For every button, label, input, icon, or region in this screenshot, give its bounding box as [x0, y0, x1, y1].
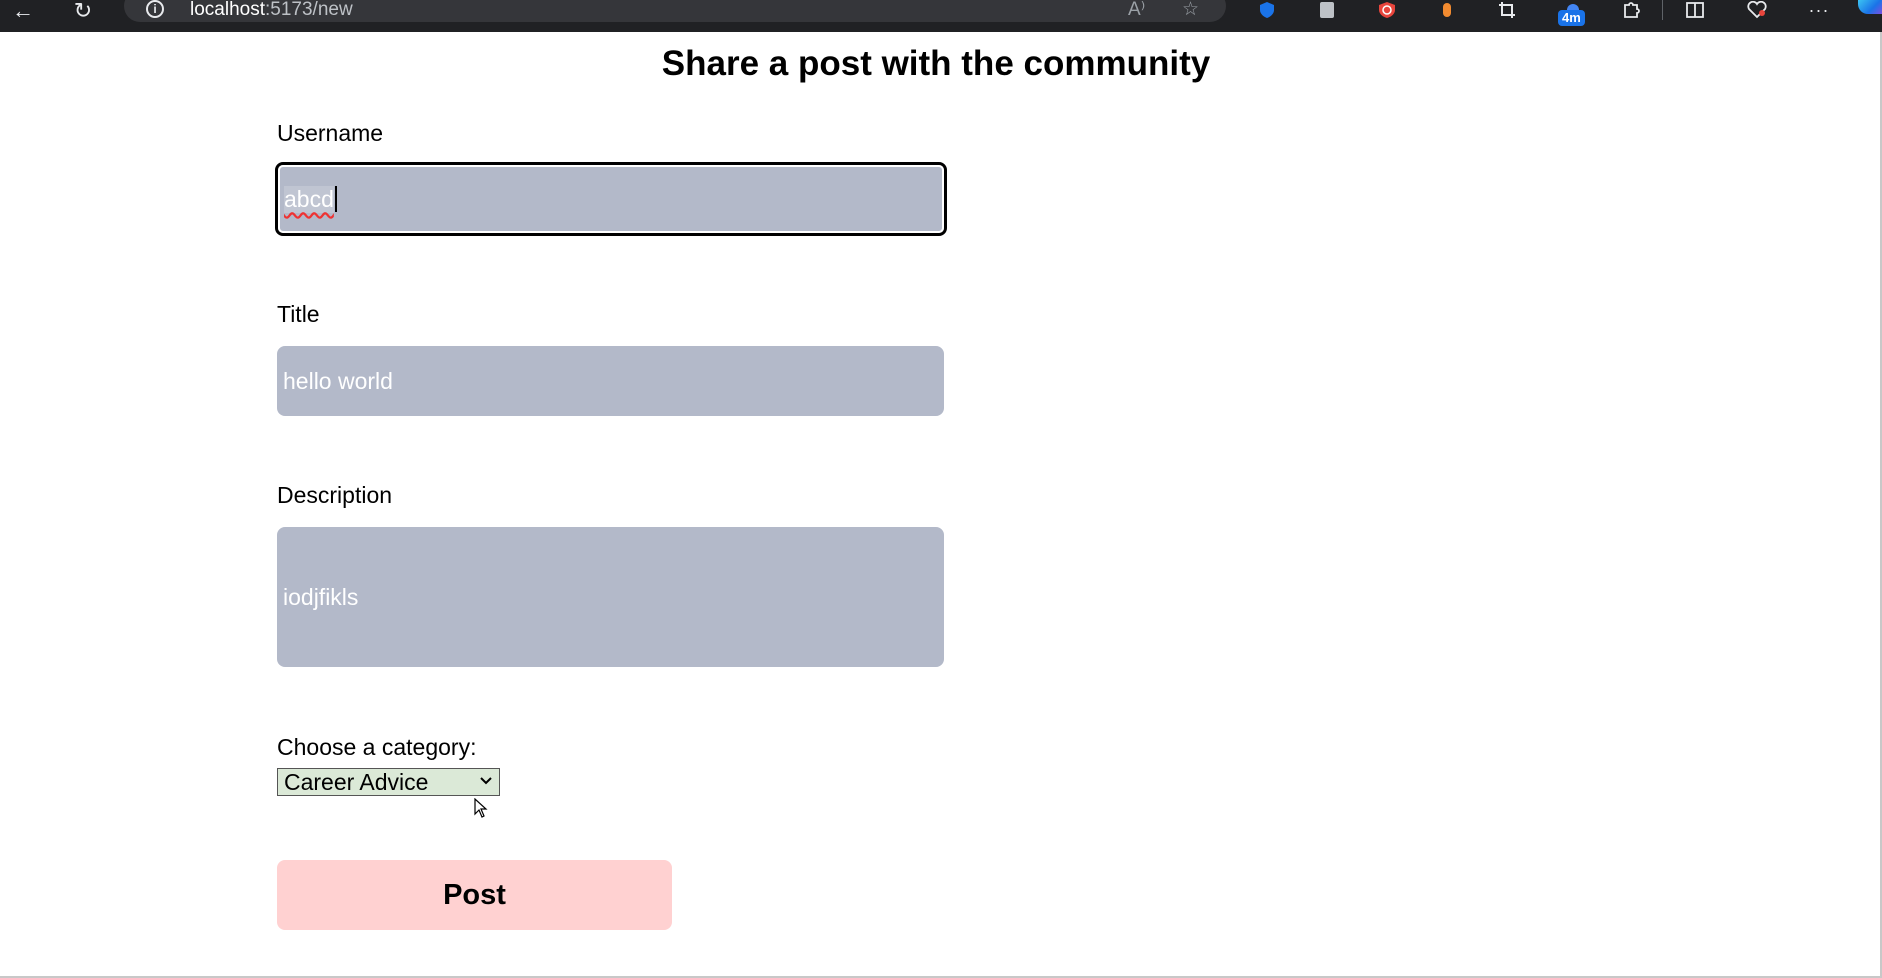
puzzle-extensions-icon[interactable] [1618, 0, 1644, 20]
browser-toolbar: ← ↻ i localhost:5173/new A⁾ ☆ 4m ··· [0, 0, 1882, 32]
toolbar-divider [1662, 0, 1663, 20]
url-path: :5173/new [265, 0, 353, 20]
username-value: abcd [284, 185, 334, 213]
page-title: Share a post with the community [661, 44, 1211, 83]
description-value: iodjfikls [283, 583, 359, 610]
username-input[interactable]: abcd [275, 162, 947, 236]
split-screen-icon[interactable] [1682, 0, 1708, 20]
adblock-extension-icon[interactable] [1374, 0, 1400, 20]
back-arrow-icon[interactable]: ← [6, 0, 40, 22]
post-button[interactable]: Post [277, 860, 672, 930]
description-label: Description [277, 482, 393, 508]
orange-extension-icon[interactable] [1434, 0, 1460, 20]
performance-heart-icon[interactable] [1744, 0, 1770, 20]
more-menu-icon[interactable]: ··· [1806, 0, 1832, 20]
crop-screenshot-icon[interactable] [1494, 0, 1520, 20]
title-label: Title [277, 301, 320, 327]
timer-badge: 4m [1558, 10, 1585, 26]
category-select[interactable]: Career Advice [277, 768, 500, 796]
site-info-icon[interactable]: i [146, 0, 164, 18]
url-host: localhost [190, 0, 265, 20]
title-value: hello world [283, 367, 393, 394]
read-aloud-icon[interactable]: A⁾ [1128, 0, 1145, 21]
reload-icon[interactable]: ↻ [66, 0, 100, 22]
description-textarea[interactable]: iodjfikls [277, 527, 944, 667]
shield-extension-icon[interactable] [1254, 0, 1280, 20]
page-content: Share a post with the community Username… [0, 32, 1882, 978]
username-label: Username [277, 120, 384, 146]
title-input[interactable]: hello world [277, 346, 944, 416]
favorite-star-icon[interactable]: ☆ [1182, 0, 1199, 21]
url-text[interactable]: localhost:5173/new [190, 0, 353, 21]
chevron-down-icon [479, 770, 493, 791]
category-selected-value: Career Advice [284, 768, 429, 795]
text-caret [334, 186, 337, 212]
address-bar[interactable]: i localhost:5173/new A⁾ ☆ [124, 0, 1226, 22]
document-extension-icon[interactable] [1314, 0, 1340, 20]
copilot-icon[interactable] [1858, 0, 1882, 14]
category-label: Choose a category: [277, 734, 477, 760]
